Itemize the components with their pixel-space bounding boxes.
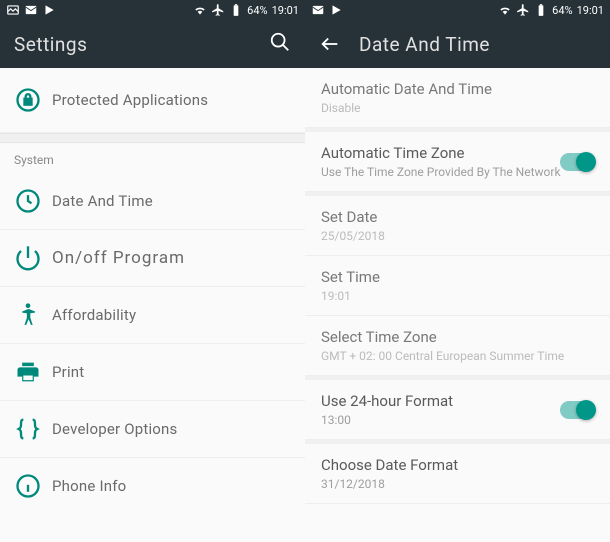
row-label: Print bbox=[52, 363, 84, 381]
settings-header: Settings bbox=[0, 20, 305, 68]
page-title: Date And Time bbox=[359, 33, 490, 56]
info-icon bbox=[14, 472, 42, 500]
row-label: Developer Options bbox=[52, 420, 178, 438]
setting-value: 31/12/2018 bbox=[321, 477, 594, 491]
battery-percent: 64% bbox=[247, 4, 267, 17]
gallery-icon bbox=[6, 3, 20, 17]
settings-pane: 64% 19:01 Settings Protected Application… bbox=[0, 0, 305, 542]
affordability-row[interactable]: Affordability bbox=[0, 287, 305, 344]
setting-value: GMT + 02: 00 Central European Summer Tim… bbox=[321, 349, 594, 363]
date-time-header: Date And Time bbox=[305, 20, 610, 68]
wifi-icon bbox=[193, 3, 207, 17]
on-off-program-row[interactable]: On/off Program bbox=[0, 230, 305, 287]
airplane-icon bbox=[211, 3, 225, 17]
setting-title: Use 24-hour Format bbox=[321, 392, 594, 410]
accessibility-icon bbox=[14, 301, 42, 329]
row-label: Affordability bbox=[52, 306, 136, 324]
protected-applications-row[interactable]: Protected Applications bbox=[0, 68, 305, 133]
clock-icon bbox=[14, 187, 42, 215]
setting-value: 19:01 bbox=[321, 289, 594, 303]
setting-value: 13:00 bbox=[321, 413, 594, 427]
braces-icon bbox=[14, 415, 42, 443]
row-label: Phone Info bbox=[52, 477, 126, 495]
row-label: Protected Applications bbox=[52, 91, 208, 109]
system-section-label: System bbox=[0, 143, 305, 173]
automatic-time-zone-toggle[interactable] bbox=[560, 153, 594, 171]
battery-icon bbox=[534, 3, 548, 17]
mail-icon bbox=[311, 3, 325, 17]
battery-percent: 64% bbox=[552, 4, 572, 17]
date-time-pane: 64% 19:01 Date And Time Automatic Date A… bbox=[305, 0, 610, 542]
phone-info-row[interactable]: Phone Info bbox=[0, 458, 305, 514]
page-title: Settings bbox=[14, 33, 87, 56]
lock-icon bbox=[14, 86, 42, 114]
setting-title: Choose Date Format bbox=[321, 456, 594, 474]
search-button[interactable] bbox=[269, 31, 291, 57]
wifi-icon bbox=[498, 3, 512, 17]
date-time-content: Automatic Date And Time Disable Automati… bbox=[305, 68, 610, 542]
status-time: 19:01 bbox=[577, 4, 604, 17]
setting-value: Use The Time Zone Provided By The Networ… bbox=[321, 165, 594, 179]
battery-icon bbox=[229, 3, 243, 17]
select-time-zone-setting[interactable]: Select Time Zone GMT + 02: 00 Central Eu… bbox=[305, 316, 610, 376]
status-time: 19:01 bbox=[272, 4, 299, 17]
airplane-icon bbox=[516, 3, 530, 17]
setting-value: Disable bbox=[321, 101, 594, 115]
mail-icon bbox=[24, 3, 38, 17]
use-24-hour-format-setting[interactable]: Use 24-hour Format 13:00 bbox=[305, 380, 610, 440]
back-button[interactable] bbox=[319, 33, 341, 55]
use-24-hour-format-toggle[interactable] bbox=[560, 401, 594, 419]
choose-date-format-setting[interactable]: Choose Date Format 31/12/2018 bbox=[305, 444, 610, 504]
row-label: On/off Program bbox=[52, 248, 185, 268]
setting-title: Automatic Date And Time bbox=[321, 80, 594, 98]
power-icon bbox=[14, 244, 42, 272]
status-bar: 64% 19:01 bbox=[305, 0, 610, 20]
developer-options-row[interactable]: Developer Options bbox=[0, 401, 305, 458]
setting-title: Automatic Time Zone bbox=[321, 144, 594, 162]
date-time-row[interactable]: Date And Time bbox=[0, 173, 305, 230]
automatic-date-time-setting[interactable]: Automatic Date And Time Disable bbox=[305, 68, 610, 128]
settings-content: Protected Applications System Date And T… bbox=[0, 68, 305, 542]
status-bar: 64% 19:01 bbox=[0, 0, 305, 20]
setting-title: Select Time Zone bbox=[321, 328, 594, 346]
setting-value: 25/05/2018 bbox=[321, 229, 594, 243]
set-time-setting[interactable]: Set Time 19:01 bbox=[305, 256, 610, 316]
row-label: Date And Time bbox=[52, 192, 153, 210]
printer-icon bbox=[14, 358, 42, 386]
print-row[interactable]: Print bbox=[0, 344, 305, 401]
play-icon bbox=[329, 3, 343, 17]
set-date-setting[interactable]: Set Date 25/05/2018 bbox=[305, 196, 610, 256]
automatic-time-zone-setting[interactable]: Automatic Time Zone Use The Time Zone Pr… bbox=[305, 132, 610, 192]
play-icon bbox=[42, 3, 56, 17]
section-divider bbox=[0, 133, 305, 143]
setting-title: Set Time bbox=[321, 268, 594, 286]
setting-title: Set Date bbox=[321, 208, 594, 226]
